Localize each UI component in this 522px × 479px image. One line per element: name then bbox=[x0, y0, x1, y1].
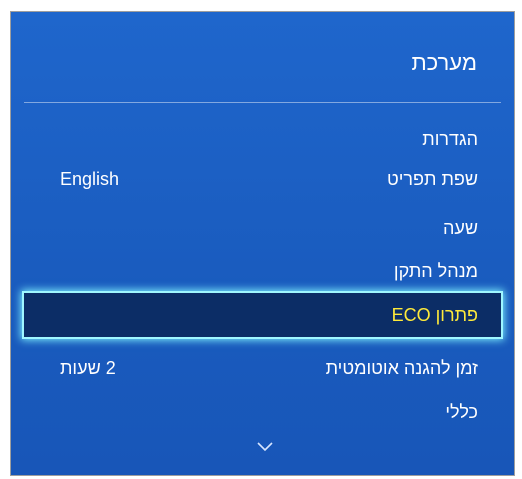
menu-item-label: כללי bbox=[445, 401, 478, 422]
menu-item-label: פתרון ECO bbox=[391, 304, 478, 325]
title-divider bbox=[24, 102, 501, 103]
menu-title: מערכת bbox=[411, 50, 477, 75]
menu-item-time[interactable]: שעה bbox=[24, 206, 501, 250]
menu-item-eco-solution[interactable]: פתרון ECO bbox=[24, 293, 501, 337]
menu-item-label: הגדרות bbox=[422, 128, 478, 149]
menu-item-settings[interactable]: הגדרות bbox=[24, 117, 501, 161]
menu-item-label: שעה bbox=[442, 217, 478, 238]
menu-item-auto-protection-time[interactable]: זמן להגנה אוטומטית 2 שעות bbox=[24, 346, 501, 390]
menu-item-label: מנהל התקן bbox=[393, 260, 478, 281]
menu-item-label: שפת תפריט bbox=[386, 168, 478, 189]
menu-item-device-manager[interactable]: מנהל התקן bbox=[24, 249, 501, 293]
menu-item-label: זמן להגנה אוטומטית bbox=[325, 357, 478, 378]
menu-item-value: 2 שעות bbox=[60, 357, 116, 378]
chevron-down-icon[interactable] bbox=[257, 442, 273, 452]
menu-item-general[interactable]: כללי bbox=[24, 390, 501, 434]
menu-item-value: English bbox=[60, 168, 120, 189]
settings-panel: מערכת הגדרות שפת תפריט English שעה מנהל … bbox=[10, 11, 515, 476]
menu-item-menu-language[interactable]: שפת תפריט English bbox=[24, 157, 501, 201]
